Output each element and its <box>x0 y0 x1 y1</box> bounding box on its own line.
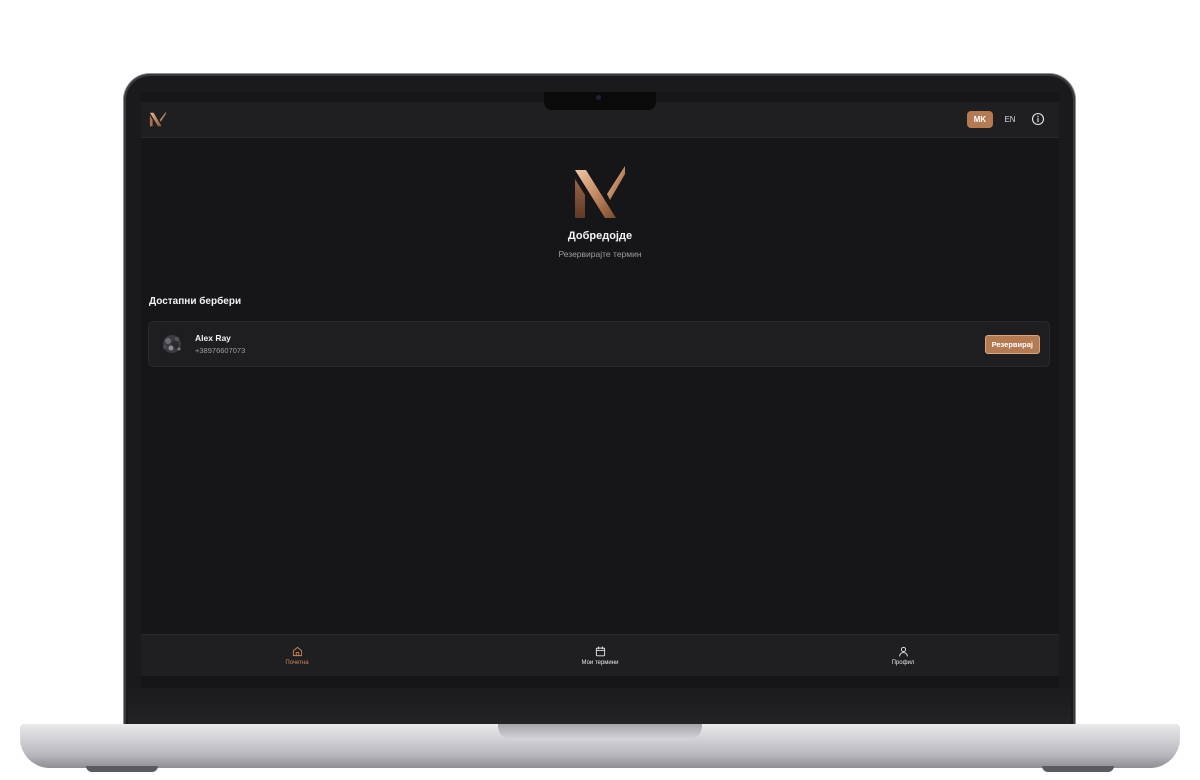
app-screen: MK EN Добредојде Резервирајте термин Дос… <box>141 92 1059 688</box>
welcome-title: Добредојде <box>567 230 633 242</box>
language-en-button[interactable]: EN <box>999 111 1021 128</box>
info-icon[interactable] <box>1031 112 1045 126</box>
avatar <box>158 330 186 358</box>
brand-logo-large-icon <box>575 166 625 218</box>
calendar-icon <box>595 646 605 657</box>
nav-label-home: Почетна <box>285 660 309 666</box>
barber-name: Alex Ray <box>195 333 231 343</box>
screen-bottom-strip <box>141 676 1059 688</box>
nav-label-appointments: Мои термини <box>581 660 619 666</box>
brand-logo-icon[interactable] <box>149 110 167 128</box>
barber-phone: +38976607073 <box>195 346 246 355</box>
nav-label-profile: Профил <box>891 660 915 666</box>
home-icon <box>292 646 302 657</box>
nav-item-home[interactable]: Почетна <box>237 635 357 677</box>
welcome-subtitle: Резервирајте термин <box>558 249 642 259</box>
laptop-bezel-bottom <box>128 688 1071 726</box>
laptop-foot-left <box>86 766 158 772</box>
language-mk-button[interactable]: MK <box>967 111 993 128</box>
user-icon <box>898 646 908 657</box>
nav-item-profile[interactable]: Профил <box>843 635 963 677</box>
barber-photo-icon <box>158 330 186 358</box>
nav-item-appointments[interactable]: Мои термини <box>540 635 660 677</box>
book-button[interactable]: Резервирај <box>984 335 1040 354</box>
camera-notch <box>544 92 656 110</box>
barber-card: Alex Ray +38976607073 Резервирај <box>148 321 1050 367</box>
bottom-navigation: Почетна Мои термини Профил <box>141 634 1059 676</box>
laptop-foot-right <box>1042 766 1114 772</box>
laptop-base-cutout <box>498 724 702 740</box>
available-barbers-heading: Достапни бербери <box>149 296 242 307</box>
camera-icon <box>596 95 601 100</box>
